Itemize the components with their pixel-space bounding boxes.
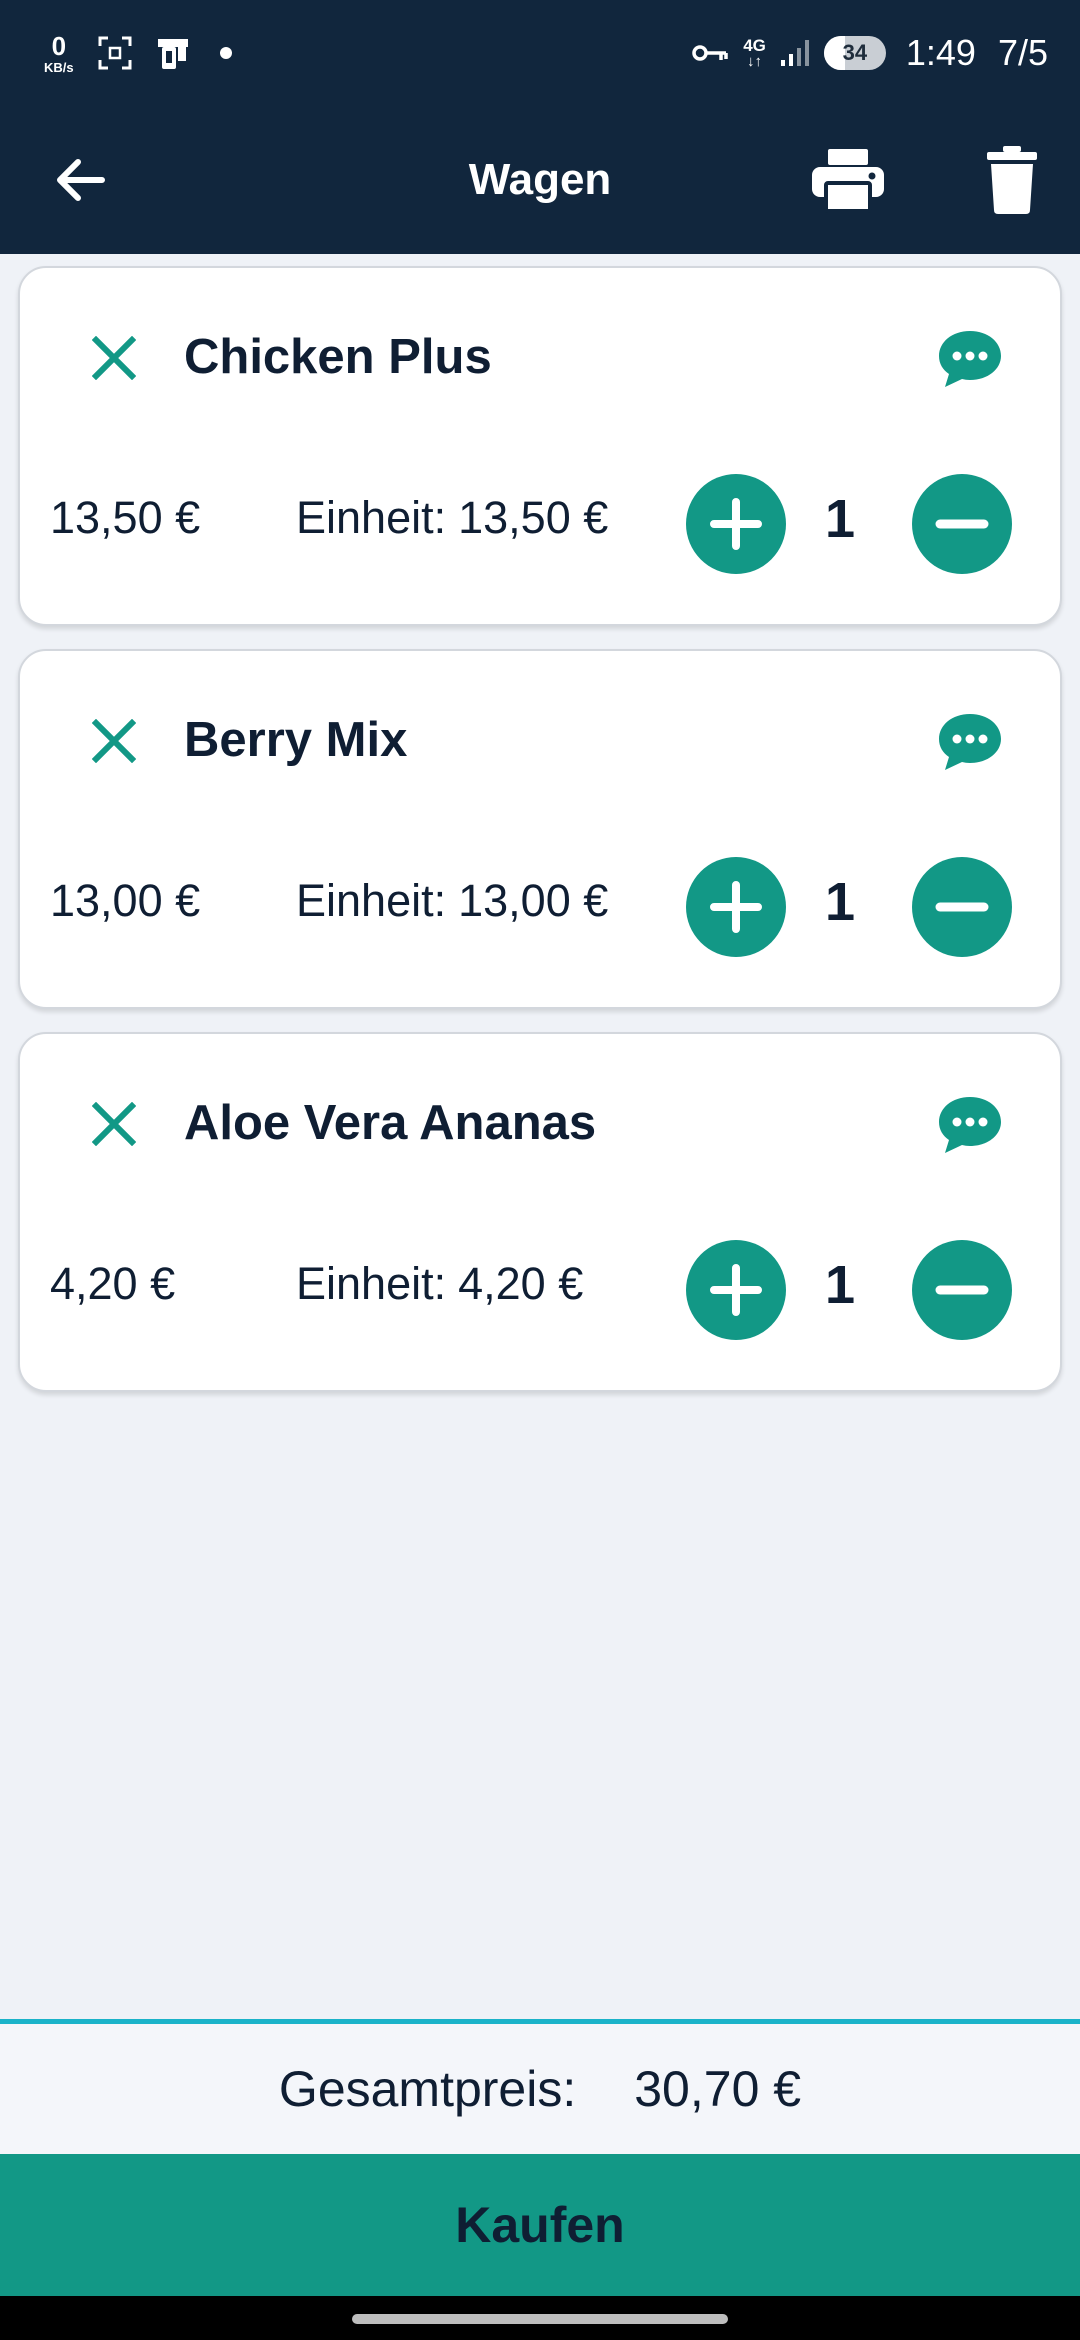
total-price-row: Gesamtpreis: 30,70 € <box>0 2024 1080 2154</box>
vpn-key-icon <box>691 42 729 64</box>
status-right-group: 4G ↓↑ 34 1:49 7/5 <box>691 28 1048 78</box>
buy-button[interactable]: Kaufen <box>0 2154 1080 2296</box>
item-quantity: 1 <box>824 1255 856 1315</box>
close-icon <box>92 719 136 763</box>
print-button[interactable] <box>806 138 890 222</box>
plus-icon <box>710 881 762 933</box>
notification-dot-icon <box>219 47 232 59</box>
delete-all-button[interactable] <box>972 138 1052 222</box>
net-speed-indicator: 0 KB/s <box>44 33 74 74</box>
network-activity-arrows: ↓↑ <box>747 53 763 70</box>
cart-item-card: Chicken Plus 13,50 € Einheit: 13,50 € 1 <box>18 266 1062 626</box>
cart-item-card: Aloe Vera Ananas 4,20 € Einheit: 4,20 € 1 <box>18 1032 1062 1392</box>
decrease-quantity-button[interactable] <box>912 857 1012 957</box>
close-icon <box>92 1102 136 1146</box>
unit-price-value: 13,00 € <box>458 875 609 926</box>
decrease-quantity-button[interactable] <box>912 1240 1012 1340</box>
clock: 1:49 <box>905 32 976 73</box>
item-name: Chicken Plus <box>184 330 492 384</box>
item-quantity: 1 <box>824 489 856 549</box>
total-price-label: Gesamtpreis: <box>278 2061 577 2117</box>
screenshot-icon <box>98 36 132 70</box>
device-icon <box>156 35 196 71</box>
status-page-indicator: 7/5 <box>997 32 1048 73</box>
item-comment-button[interactable] <box>932 707 1008 777</box>
unit-price: Einheit: 13,00 € <box>296 873 608 929</box>
cart-item-card: Berry Mix 13,00 € Einheit: 13,00 € 1 <box>18 649 1062 1009</box>
item-comment-button[interactable] <box>932 324 1008 394</box>
comment-icon <box>939 331 1001 387</box>
page-title: Wagen <box>468 155 612 204</box>
status-left-group: 0 KB/s <box>44 28 232 78</box>
minus-icon <box>935 519 989 529</box>
cart-list: Chicken Plus 13,50 € Einheit:13,50 € 1 <box>18 266 1062 1415</box>
network-type-label: 4G <box>743 36 766 55</box>
item-quantity: 1 <box>824 872 856 932</box>
network-type: 4G ↓↑ <box>743 37 766 69</box>
close-icon <box>92 336 136 380</box>
item-name: Berry Mix <box>184 713 408 767</box>
remove-item-button[interactable] <box>84 1094 144 1154</box>
unit-price-value: 13,50 € <box>458 492 609 543</box>
total-price-value: 30,70 € <box>634 2061 802 2117</box>
unit-price-label: Einheit: <box>296 1258 447 1309</box>
plus-icon <box>710 498 762 550</box>
increase-quantity-button[interactable] <box>686 474 786 574</box>
increase-quantity-button[interactable] <box>686 857 786 957</box>
home-indicator[interactable] <box>352 2314 728 2324</box>
net-speed-value: 0 <box>51 30 67 61</box>
unit-price-label: Einheit: <box>296 492 447 543</box>
item-total-price: 4,20 € <box>50 1258 176 1309</box>
remove-item-button[interactable] <box>84 711 144 771</box>
unit-price-label: Einheit: <box>296 875 447 926</box>
item-comment-button[interactable] <box>932 1090 1008 1160</box>
unit-price: Einheit: 4,20 € <box>296 1256 583 1312</box>
comment-icon <box>939 714 1001 770</box>
trash-icon <box>987 146 1037 214</box>
increase-quantity-button[interactable] <box>686 1240 786 1340</box>
item-name: Aloe Vera Ananas <box>184 1096 597 1150</box>
battery-level: 34 <box>842 40 868 65</box>
unit-price-value: 4,20 € <box>458 1258 584 1309</box>
app-bar: Wagen <box>0 106 1080 254</box>
remove-item-button[interactable] <box>84 328 144 388</box>
printer-icon <box>812 149 884 213</box>
item-total-price: 13,50 € <box>50 492 201 543</box>
item-total-price: 13,00 € <box>50 875 201 926</box>
unit-price: Einheit: 13,50 € <box>296 490 608 546</box>
minus-icon <box>935 1285 989 1295</box>
status-bar: 0 KB/s 4G ↓↑ 34 1:49 7/5 <box>0 0 1080 106</box>
decrease-quantity-button[interactable] <box>912 474 1012 574</box>
signal-strength-icon <box>780 38 810 68</box>
minus-icon <box>935 902 989 912</box>
plus-icon <box>710 1264 762 1316</box>
system-navigation-bar <box>0 2296 1080 2340</box>
comment-icon <box>939 1097 1001 1153</box>
net-speed-unit: KB/s <box>44 59 74 75</box>
battery-indicator: 34 <box>823 36 886 70</box>
